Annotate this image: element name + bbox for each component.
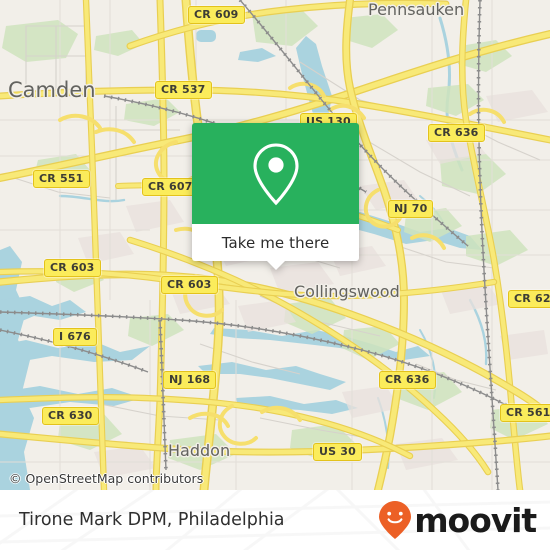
highway-shield-i676: I 676 bbox=[53, 328, 97, 346]
highway-shield-cr603-east: CR 603 bbox=[161, 276, 218, 294]
highway-shield-cr628: CR 628 bbox=[508, 290, 550, 308]
place-title: Tirone Mark DPM, Philadelphia bbox=[19, 510, 285, 530]
map-canvas[interactable]: .water { fill:#aad3df; } .wline { stroke… bbox=[0, 0, 550, 490]
highway-shield-cr636-south: CR 636 bbox=[379, 371, 436, 389]
map-pin-icon bbox=[252, 142, 299, 205]
map-screenshot: .water { fill:#aad3df; } .wline { stroke… bbox=[0, 0, 550, 550]
highway-shield-cr603-west: CR 603 bbox=[44, 259, 101, 277]
highway-shield-nj168: NJ 168 bbox=[163, 371, 217, 389]
highway-shield-cr551: CR 551 bbox=[33, 170, 90, 188]
osm-attribution[interactable]: © OpenStreetMap contributors bbox=[9, 471, 203, 486]
highway-shield-cr537: CR 537 bbox=[155, 81, 212, 99]
moovit-wordmark: moovit bbox=[414, 500, 537, 540]
location-popup-card[interactable]: Take me there bbox=[192, 123, 359, 270]
moovit-brand[interactable]: moovit bbox=[378, 490, 537, 550]
moovit-smiley-pin-icon bbox=[379, 501, 412, 539]
highway-shield-cr630: CR 630 bbox=[42, 407, 99, 425]
footer-bar: Tirone Mark DPM, Philadelphia moovit bbox=[0, 490, 550, 550]
highway-shield-cr607: CR 607 bbox=[142, 178, 199, 196]
highway-shield-us30: US 30 bbox=[313, 443, 362, 461]
highway-shield-cr561: CR 561 bbox=[500, 404, 550, 422]
highway-shield-cr609: CR 609 bbox=[188, 6, 245, 24]
popup-pointer-tail bbox=[266, 261, 285, 270]
popup-image-panel bbox=[192, 123, 359, 224]
highway-shield-cr636-north: CR 636 bbox=[428, 124, 485, 142]
take-me-there-label: Take me there bbox=[221, 233, 330, 252]
highway-shield-nj70: NJ 70 bbox=[388, 200, 434, 218]
take-me-there-button[interactable]: Take me there bbox=[192, 224, 359, 270]
